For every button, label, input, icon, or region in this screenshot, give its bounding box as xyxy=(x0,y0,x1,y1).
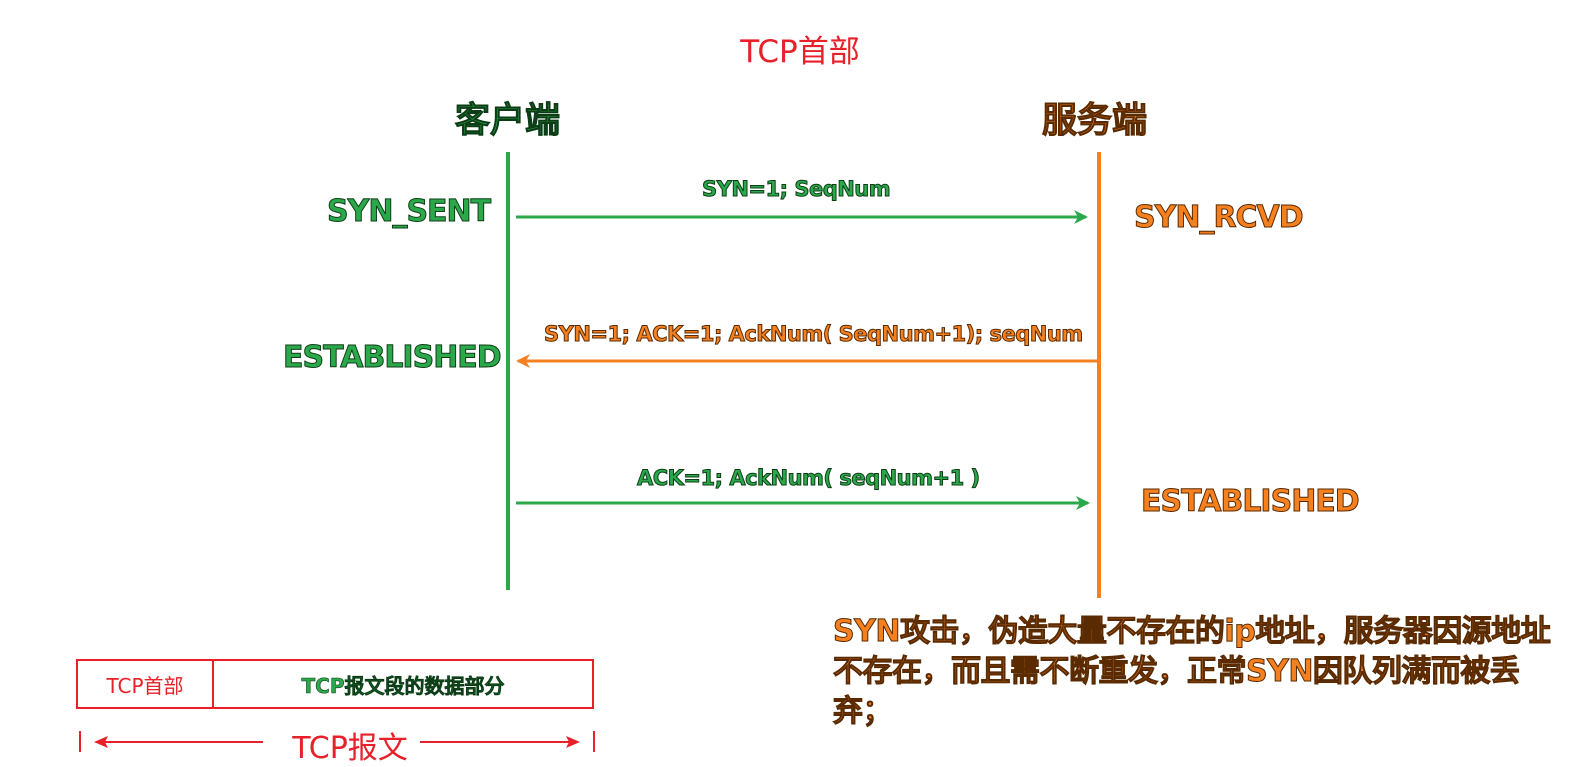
packet-header-cell: TCP首部 xyxy=(78,661,214,707)
client-state-syn-sent: SYN_SENT xyxy=(326,194,491,230)
packet-structure: TCP首部 TCP报文段的数据部分 xyxy=(76,659,594,709)
message-label-2: SYN=1; ACK=1; AckNum( SeqNum+1); seqNum xyxy=(544,322,1084,347)
syn-attack-note: SYN攻击，伪造大量不存在的ip地址，服务器因源地址不存在，而且需不断重发，正常… xyxy=(833,614,1552,730)
packet-data-cell: TCP报文段的数据部分 xyxy=(301,673,505,698)
server-state-syn-rcvd: SYN_RCVD xyxy=(1134,200,1305,236)
packet-total-label: TCP报文 xyxy=(285,723,415,767)
message-label-3: ACK=1; AckNum( seqNum+1 ) xyxy=(637,466,981,491)
server-state-established: ESTABLISHED xyxy=(1141,484,1361,520)
client-state-established: ESTABLISHED xyxy=(283,340,503,376)
message-label-1: SYN=1; SeqNum xyxy=(701,177,891,202)
